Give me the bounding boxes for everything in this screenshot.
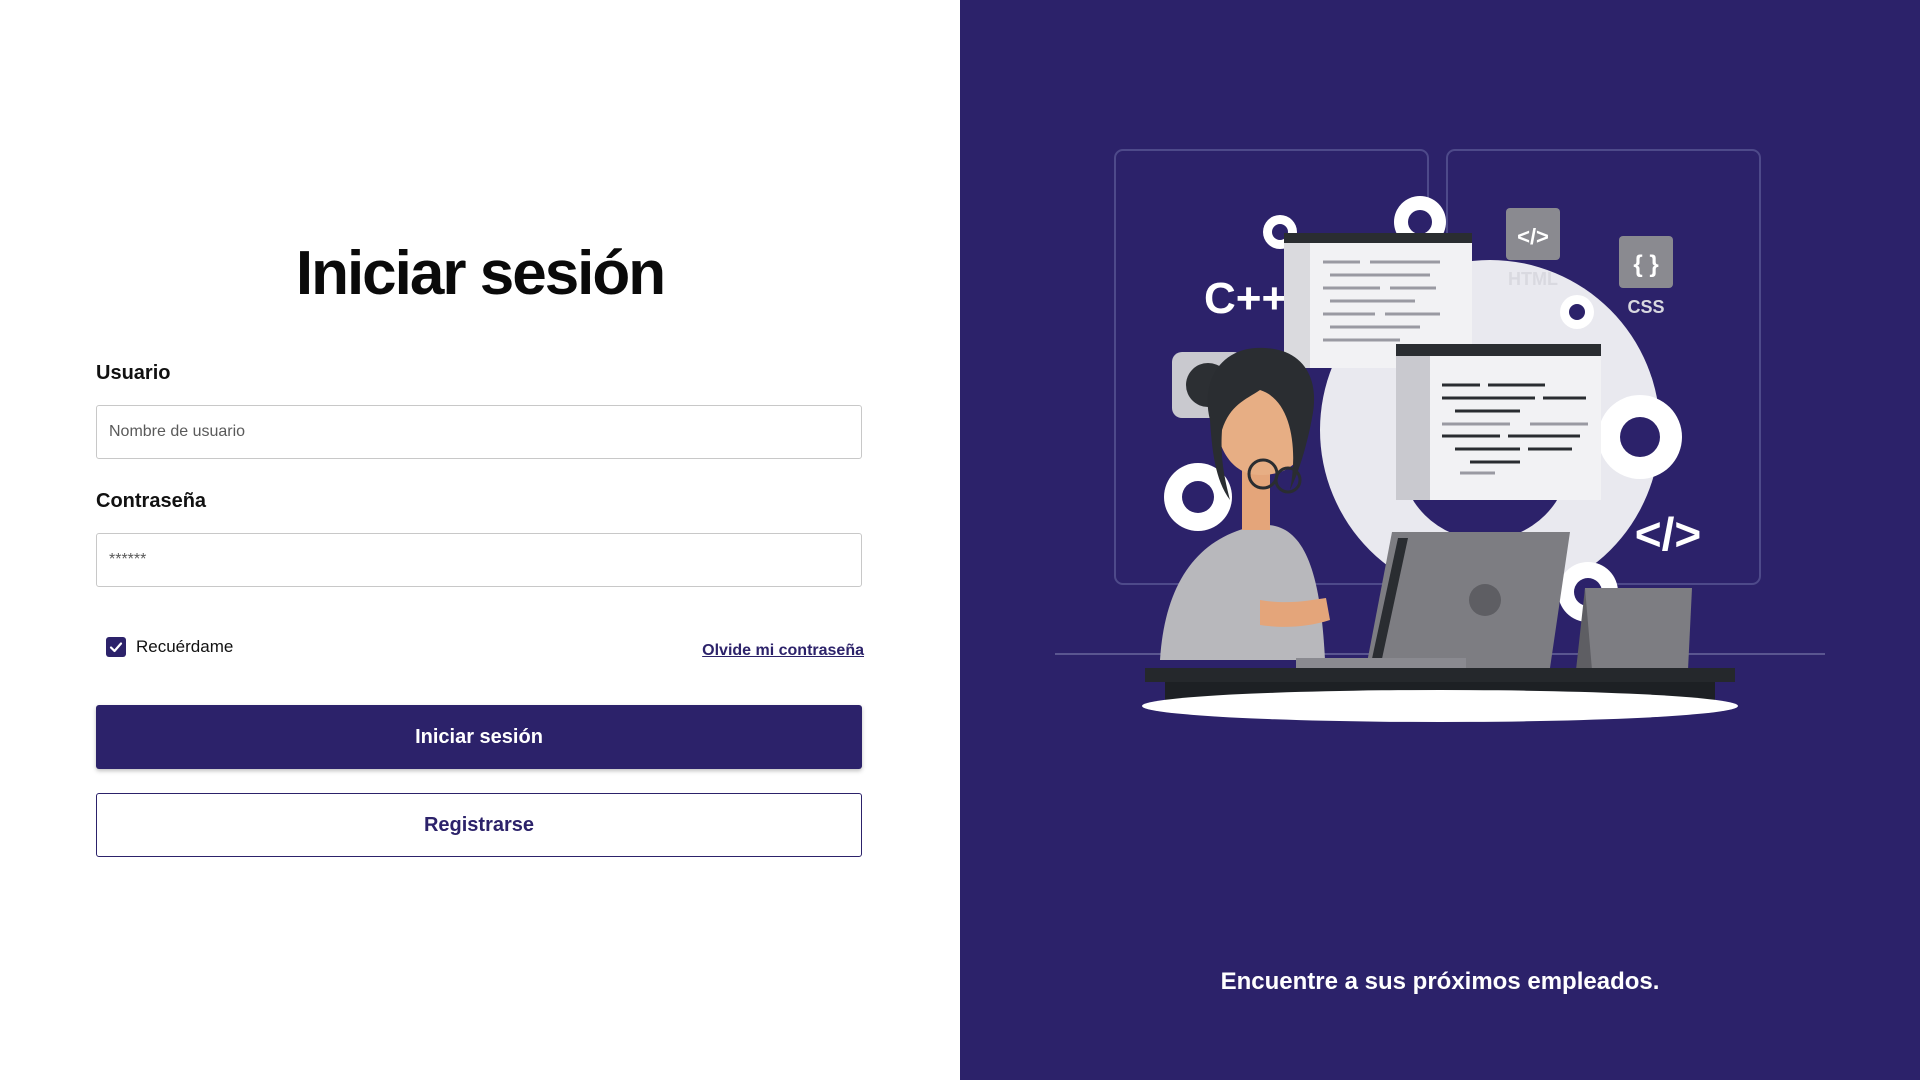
password-input[interactable] <box>96 533 862 587</box>
forgot-password-link[interactable]: Olvide mi contraseña <box>702 642 864 660</box>
laptop-icon <box>1296 532 1570 668</box>
code-window-front <box>1396 344 1601 500</box>
remember-me-label: Recuérdame <box>136 637 234 656</box>
css-braces-symbol: { } <box>1633 251 1658 278</box>
developer-illustration: JS C++ </> HTML <box>1055 149 1825 722</box>
code-tag-icon: </> <box>1635 508 1702 560</box>
tablet-icon <box>1576 588 1692 670</box>
html-code-symbol: </> <box>1517 224 1549 249</box>
css-badge-label: CSS <box>1627 297 1664 317</box>
login-panel: Iniciar sesión Usuario Contraseña Recuér… <box>0 0 960 1080</box>
register-button[interactable]: Registrarse <box>96 793 862 857</box>
html-badge-label: HTML <box>1508 269 1558 289</box>
username-label: Usuario <box>96 362 171 384</box>
page-title: Iniciar sesión <box>295 239 666 308</box>
password-label: Contraseña <box>96 490 207 512</box>
username-input[interactable] <box>96 405 862 459</box>
hero-panel: JS C++ </> HTML <box>960 0 1920 1080</box>
desk-top <box>1145 668 1735 682</box>
checkbox-checked-icon[interactable] <box>106 637 126 657</box>
remember-me-checkbox[interactable]: Recuérdame <box>106 637 233 657</box>
desk-shadow <box>1142 690 1738 722</box>
login-button[interactable]: Iniciar sesión <box>96 705 862 769</box>
hero-tagline: Encuentre a sus próximos empleados. <box>1220 968 1660 995</box>
cpp-badge: C++ <box>1204 274 1287 323</box>
login-page: Iniciar sesión Usuario Contraseña Recuér… <box>0 0 1920 1080</box>
